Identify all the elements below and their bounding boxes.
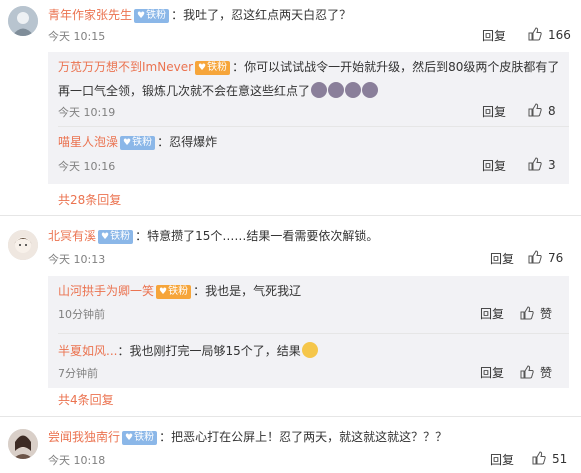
more-replies-link[interactable]: 共28条回复 [58,191,121,208]
thumb-up-icon [528,157,542,171]
avatar[interactable] [8,6,38,36]
comment-username[interactable]: 北冥有溪 [48,229,96,243]
like-button[interactable]: 赞 [520,364,552,381]
avatar[interactable] [8,429,38,459]
comment-username[interactable]: 尝闻我独南行 [48,430,120,444]
heart-icon: ♥ [198,63,207,73]
reply-button[interactable]: 回复 [482,103,506,120]
emoji-icon [345,82,362,98]
reply-time: 今天 10:19 [58,106,116,119]
comment-item: 尝闻我独南行 ♥铁粉 ：把恶心打在公屏上！忍了两天，就这就这就这？？？ 今天 10:… [0,417,581,473]
thumb-up-icon [520,306,534,320]
divider [58,126,569,127]
reply-username[interactable]: 万苋万万想不到ImNever [58,60,193,74]
comment-text: 我吐了，忍这红点两天白忍了？ [183,8,352,22]
fan-badge: ♥铁粉 [156,285,192,299]
reply-button[interactable]: 回复 [482,157,506,174]
reply-list: 万苋万万想不到ImNever ♥铁粉 ：你可以试试战令一开始就升级，然后到80级两个… [48,52,569,184]
like-button[interactable]: 赞 [520,305,552,322]
emoji-icon [311,82,328,98]
like-count: 76 [548,251,564,265]
divider [58,333,569,334]
thumb-up-icon [528,103,542,117]
more-replies-link[interactable]: 共4条回复 [58,391,114,408]
thumb-up-icon [528,27,542,41]
comment-text: 把恶心打在公屏上！忍了两天，就这就这就这？？？ [171,430,448,444]
emoji-icon [301,342,318,358]
reply-text-line1: 你可以试试战令一开始就升级，然后到80级两个皮肤都有了 [244,60,560,74]
emoji-icon [362,82,379,98]
comment-time: 今天 10:13 [48,253,106,266]
reply-button[interactable]: 回复 [480,364,504,381]
thumb-up-icon [528,250,542,264]
reply-item: 山河拱手为卿一笑 ♥铁粉 ：我也是，气死我辽 10分钟前 回复 赞 [58,284,553,322]
comment-username[interactable]: 青年作家张先生 [48,8,132,22]
comment-time: 今天 10:18 [48,454,106,467]
reply-text: 我也是，气死我辽 [205,284,302,298]
reply-username[interactable]: 喵星人泡澡 [58,135,118,149]
comment-item: 青年作家张先生 ♥铁粉 ：我吐了，忍这红点两天白忍了？ 今天 10:15 回复 16… [0,0,581,215]
fan-badge: ♥铁粉 [122,431,158,445]
comment-text: 特意攒了15个……结果一看需要依次解锁。 [147,229,379,243]
emoji-icon [328,82,345,98]
avatar[interactable] [8,230,38,260]
reply-text: 忍得爆炸 [169,135,218,149]
like-button[interactable]: 8 [528,103,556,118]
thumb-up-icon [520,365,534,379]
reply-item: 半夏如风...：我也刚打完一局够15个了，结果 7分钟前 回复 赞 [58,342,553,381]
reply-username[interactable]: 山河拱手为卿一笑 [58,284,154,298]
reply-button[interactable]: 回复 [480,305,504,322]
like-label: 赞 [540,366,553,380]
reply-list: 山河拱手为卿一笑 ♥铁粉 ：我也是，气死我辽 10分钟前 回复 赞 半夏如风...：… [48,276,569,388]
reply-button[interactable]: 回复 [490,451,514,468]
reply-text: 我也刚打完一局够15个了，结果 [129,344,301,358]
heart-icon: ♥ [137,11,146,21]
reply-item: 万苋万万想不到ImNever ♥铁粉 ：你可以试试战令一开始就升级，然后到80级两个… [58,60,560,120]
like-count: 51 [552,452,568,466]
heart-icon: ♥ [101,232,110,242]
reply-button[interactable]: 回复 [490,250,514,267]
fan-badge: ♥铁粉 [120,136,156,150]
heart-icon: ♥ [159,287,168,297]
like-button[interactable]: 76 [528,250,563,265]
like-count: 8 [548,104,556,118]
fan-badge: ♥铁粉 [134,9,170,23]
heart-icon: ♥ [123,138,132,148]
like-label: 赞 [540,307,553,321]
fan-badge: ♥铁粉 [98,230,134,244]
like-button[interactable]: 3 [528,157,556,172]
comment-item: 北冥有溪 ♥铁粉 ：特意攒了15个……结果一看需要依次解锁。 今天 10:13 回复… [0,216,581,416]
thumb-up-icon [532,451,546,465]
like-button[interactable]: 51 [532,451,567,466]
reply-time: 10分钟前 [58,308,105,321]
like-count: 166 [548,28,571,42]
like-count: 3 [548,158,556,172]
reply-text-line2: 再一口气全领，锻炼几次就不会在意这些红点了 [58,84,311,98]
like-button[interactable]: 166 [528,27,571,42]
comment-time: 今天 10:15 [48,30,106,43]
reply-time: 7分钟前 [58,367,98,380]
reply-button[interactable]: 回复 [482,27,506,44]
heart-icon: ♥ [125,433,134,443]
reply-item: 喵星人泡澡 ♥铁粉 ：忍得爆炸 今天 10:16 回复 3 [58,135,556,174]
reply-time: 今天 10:16 [58,160,116,173]
reply-username[interactable]: 半夏如风... [58,344,117,358]
fan-badge: ♥铁粉 [195,61,231,75]
